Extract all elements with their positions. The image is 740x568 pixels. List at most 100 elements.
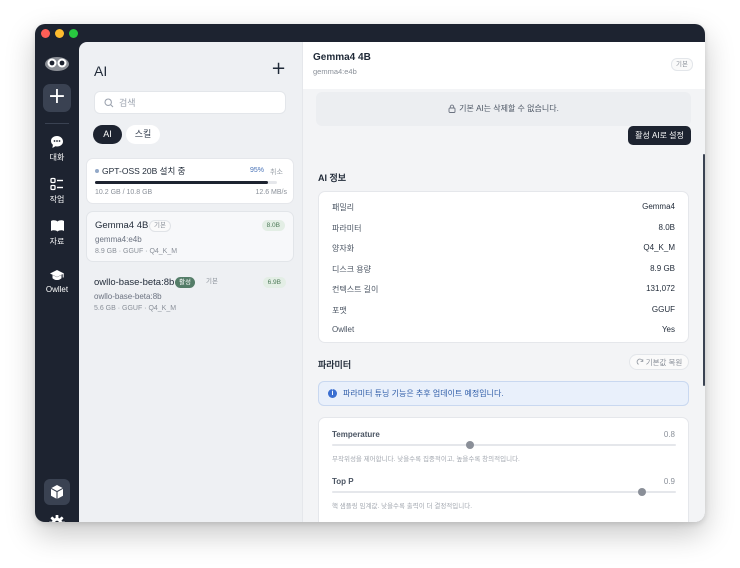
info-row: Owllet Yes <box>319 319 688 339</box>
add-model-button[interactable]: + <box>271 60 286 78</box>
top-p-slider[interactable] <box>332 488 676 496</box>
plus-icon: + <box>271 58 287 79</box>
close-window-button[interactable] <box>41 29 50 38</box>
rail-divider <box>45 123 69 124</box>
install-title: GPT-OSS 20B 설치 중 <box>102 166 186 176</box>
owl-logo-icon <box>43 54 71 72</box>
info-value: 8.0B <box>658 223 675 232</box>
model-meta: 5.6 GB · GGUF · Q4_K_M <box>94 305 177 312</box>
scrollbar[interactable] <box>703 154 705 386</box>
default-tag: 기본 <box>149 220 171 232</box>
param-size-badge: 6.9B <box>262 277 286 288</box>
model-name: Gemma4 4B <box>95 220 149 231</box>
info-section-title: AI 정보 <box>318 173 347 183</box>
param-name: Top P <box>332 477 354 486</box>
set-active-button[interactable]: 활성 AI로 설정 <box>628 126 691 145</box>
rail-item-label: 자료 <box>49 237 65 246</box>
info-row: 양자화 Q4_K_M <box>319 237 688 257</box>
model-store-button[interactable] <box>44 479 70 505</box>
model-meta: 8.9 GB · GGUF · Q4_K_M <box>95 248 178 255</box>
model-list-panel: AI + AI 스킬 GPT-OSS 20B 설치 중 95% 취소 10.2 … <box>79 42 302 522</box>
tuning-info-alert: i 파라미터 튜닝 기능은 추후 업데이트 예정입니다. <box>318 381 689 406</box>
detail-scroll-area[interactable]: 기본 AI는 삭제할 수 없습니다. 활성 AI로 설정 AI 정보 패밀리 Ge… <box>303 89 705 522</box>
info-key: 파라미터 <box>332 224 362 233</box>
params-section-title: 파라미터 <box>318 360 352 370</box>
delete-notice: 기본 AI는 삭제할 수 없습니다. <box>316 92 691 126</box>
rail-item-label: 대화 <box>49 153 65 162</box>
reset-label: 기본값 복원 <box>645 358 683 367</box>
checklist-icon <box>50 177 63 191</box>
info-key: 패밀리 <box>332 203 355 212</box>
active-badge: 활성 <box>175 277 195 288</box>
info-value: 131,072 <box>646 284 675 293</box>
install-progress-card: GPT-OSS 20B 설치 중 95% 취소 10.2 GB / 10.8 G… <box>86 158 294 204</box>
app-window: + 대화 작업 자료 Owllet AI + 검색 AI 스킬 GPT-OSS … <box>35 24 705 522</box>
notice-text: 기본 AI는 삭제할 수 없습니다. <box>459 104 559 113</box>
reset-defaults-button[interactable]: 기본값 복원 <box>629 354 689 370</box>
param-description: 무작위성을 제어합니다. 낮을수록 집중적이고, 높을수록 창의적입니다. <box>332 456 520 463</box>
install-progress-fill <box>95 181 268 184</box>
zoom-window-button[interactable] <box>69 29 78 38</box>
param-description: 핵 샘플링 임계값. 낮을수록 출력이 더 결정적입니다. <box>332 503 473 510</box>
info-value: 8.9 GB <box>650 264 675 273</box>
rail-item-owllet[interactable]: Owllet <box>35 269 79 294</box>
alert-text: 파라미터 튜닝 기능은 추후 업데이트 예정입니다. <box>343 389 504 398</box>
install-percent: 95% <box>250 167 265 174</box>
info-value: Gemma4 <box>642 202 675 211</box>
search-input[interactable] <box>119 96 269 110</box>
install-size: 10.2 GB / 10.8 GB <box>95 189 153 196</box>
rail-item-tasks[interactable]: 작업 <box>35 177 79 205</box>
info-card: 패밀리 Gemma4 파라미터 8.0B 양자화 Q4_K_M 디스크 용량 8.9 G… <box>318 191 689 343</box>
tab-ai[interactable]: AI <box>93 125 122 144</box>
info-key: 양자화 <box>332 244 355 253</box>
rail-item-library[interactable]: 자료 <box>35 219 79 247</box>
default-tag: 기본 <box>671 58 693 71</box>
param-value: 0.9 <box>663 477 675 486</box>
model-id: owllo-base-beta:8b <box>94 292 162 301</box>
model-list-item[interactable]: owllo-base-beta:8b 활성 기본 6.9B owllo-base… <box>86 269 294 320</box>
cancel-install-button[interactable]: 취소 <box>270 167 283 177</box>
graduation-cap-icon <box>50 270 64 280</box>
model-name: owllo-base-beta:8b <box>94 277 175 288</box>
install-progress-bar <box>95 181 277 184</box>
model-detail-panel: Gemma4 4B gemma4:e4b 기본 기본 AI는 삭제할 수 없습니… <box>302 42 705 522</box>
rail-item-chat[interactable]: 대화 <box>35 135 79 163</box>
info-value: GGUF <box>651 305 675 314</box>
info-value: Yes <box>661 325 675 334</box>
tab-skills[interactable]: 스킬 <box>126 125 160 144</box>
info-value: Q4_K_M <box>643 243 675 252</box>
rail-item-label: Owllet <box>45 285 69 294</box>
rail-item-label: 작업 <box>49 195 65 204</box>
slider-thumb[interactable] <box>465 441 474 449</box>
info-row: 컨텍스트 길이 131,072 <box>319 278 688 298</box>
model-id: gemma4:e4b <box>95 235 142 244</box>
params-card: Temperature 0.8 무작위성을 제어합니다. 낮을수록 집중적이고,… <box>318 417 689 522</box>
detail-title: Gemma4 4B <box>313 52 371 63</box>
settings-button[interactable] <box>48 514 66 522</box>
plus-icon: + <box>47 84 67 109</box>
default-tag: 기본 <box>206 278 218 285</box>
gear-icon <box>49 515 65 522</box>
minimize-window-button[interactable] <box>55 29 64 38</box>
install-speed: 12.6 MB/s <box>255 189 287 196</box>
nav-rail: + 대화 작업 자료 Owllet <box>35 42 79 522</box>
refresh-icon <box>636 358 643 365</box>
info-key: 컨텍스트 길이 <box>332 285 379 294</box>
search-icon <box>104 98 114 108</box>
panel-title: AI <box>94 63 108 79</box>
info-key: Owllet <box>332 325 355 334</box>
temperature-slider[interactable] <box>332 441 676 449</box>
model-list-item[interactable]: Gemma4 4B 기본 8.0B gemma4:e4b 8.9 GB · GG… <box>86 211 294 262</box>
cube-icon <box>50 485 64 499</box>
param-value: 0.8 <box>663 430 675 439</box>
info-key: 디스크 용량 <box>332 265 372 274</box>
status-dot <box>95 169 99 173</box>
book-icon <box>50 220 64 232</box>
info-key: 포맷 <box>332 306 347 315</box>
new-chat-button[interactable]: + <box>43 84 71 112</box>
detail-subtitle: gemma4:e4b <box>313 67 357 76</box>
search-box <box>94 91 286 114</box>
info-row: 포맷 GGUF <box>319 299 688 319</box>
info-row: 패밀리 Gemma4 <box>319 196 688 216</box>
slider-thumb[interactable] <box>637 488 646 496</box>
